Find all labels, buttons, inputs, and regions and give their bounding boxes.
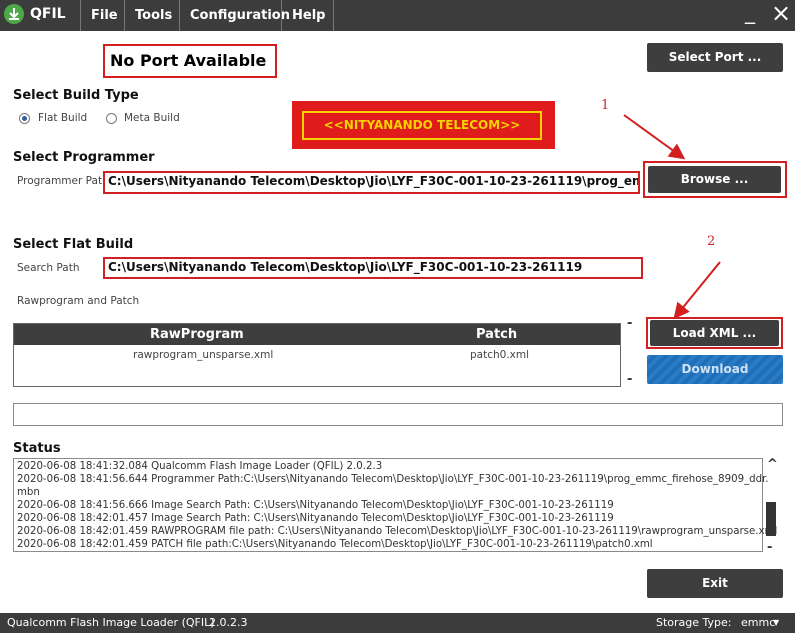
progress-bar [13,403,783,426]
log-scroll-down-icon[interactable]: - [767,540,772,555]
status-bar: Qualcomm Flash Image Loader (QFIL) 2.0.2… [0,613,795,633]
log-line: 2020-06-08 18:42:01.459 RAWPROGRAM file … [17,526,778,537]
log-scrollbar-thumb[interactable] [766,502,776,536]
log-scroll-up-icon[interactable]: ^ [767,457,778,472]
log-line: 2020-06-08 18:42:01.459 PATCH file path:… [17,539,653,550]
log-line: 2020-06-08 18:41:56.666 Image Search Pat… [17,500,614,511]
storage-type-label: Storage Type: [656,616,732,629]
statusbar-app-label: Qualcomm Flash Image Loader (QFIL) [7,616,215,629]
storage-type-select[interactable]: emmc [741,613,775,633]
exit-button[interactable]: Exit [647,569,783,598]
log-line: mbn [17,487,40,498]
chevron-down-icon[interactable]: ▼ [773,613,779,633]
annotation-arrow-2 [673,261,721,320]
status-title: Status [13,441,61,456]
log-line: 2020-06-08 18:41:32.084 Qualcomm Flash I… [17,461,383,472]
log-line: 2020-06-08 18:41:56.644 Programmer Path:… [17,474,769,485]
log-line: 2020-06-08 18:42:01.457 Image Search Pat… [17,513,614,524]
annotation-arrow-1 [623,114,686,160]
statusbar-version: 2.0.2.3 [209,616,248,629]
status-log[interactable]: 2020-06-08 18:41:32.084 Qualcomm Flash I… [13,458,777,552]
